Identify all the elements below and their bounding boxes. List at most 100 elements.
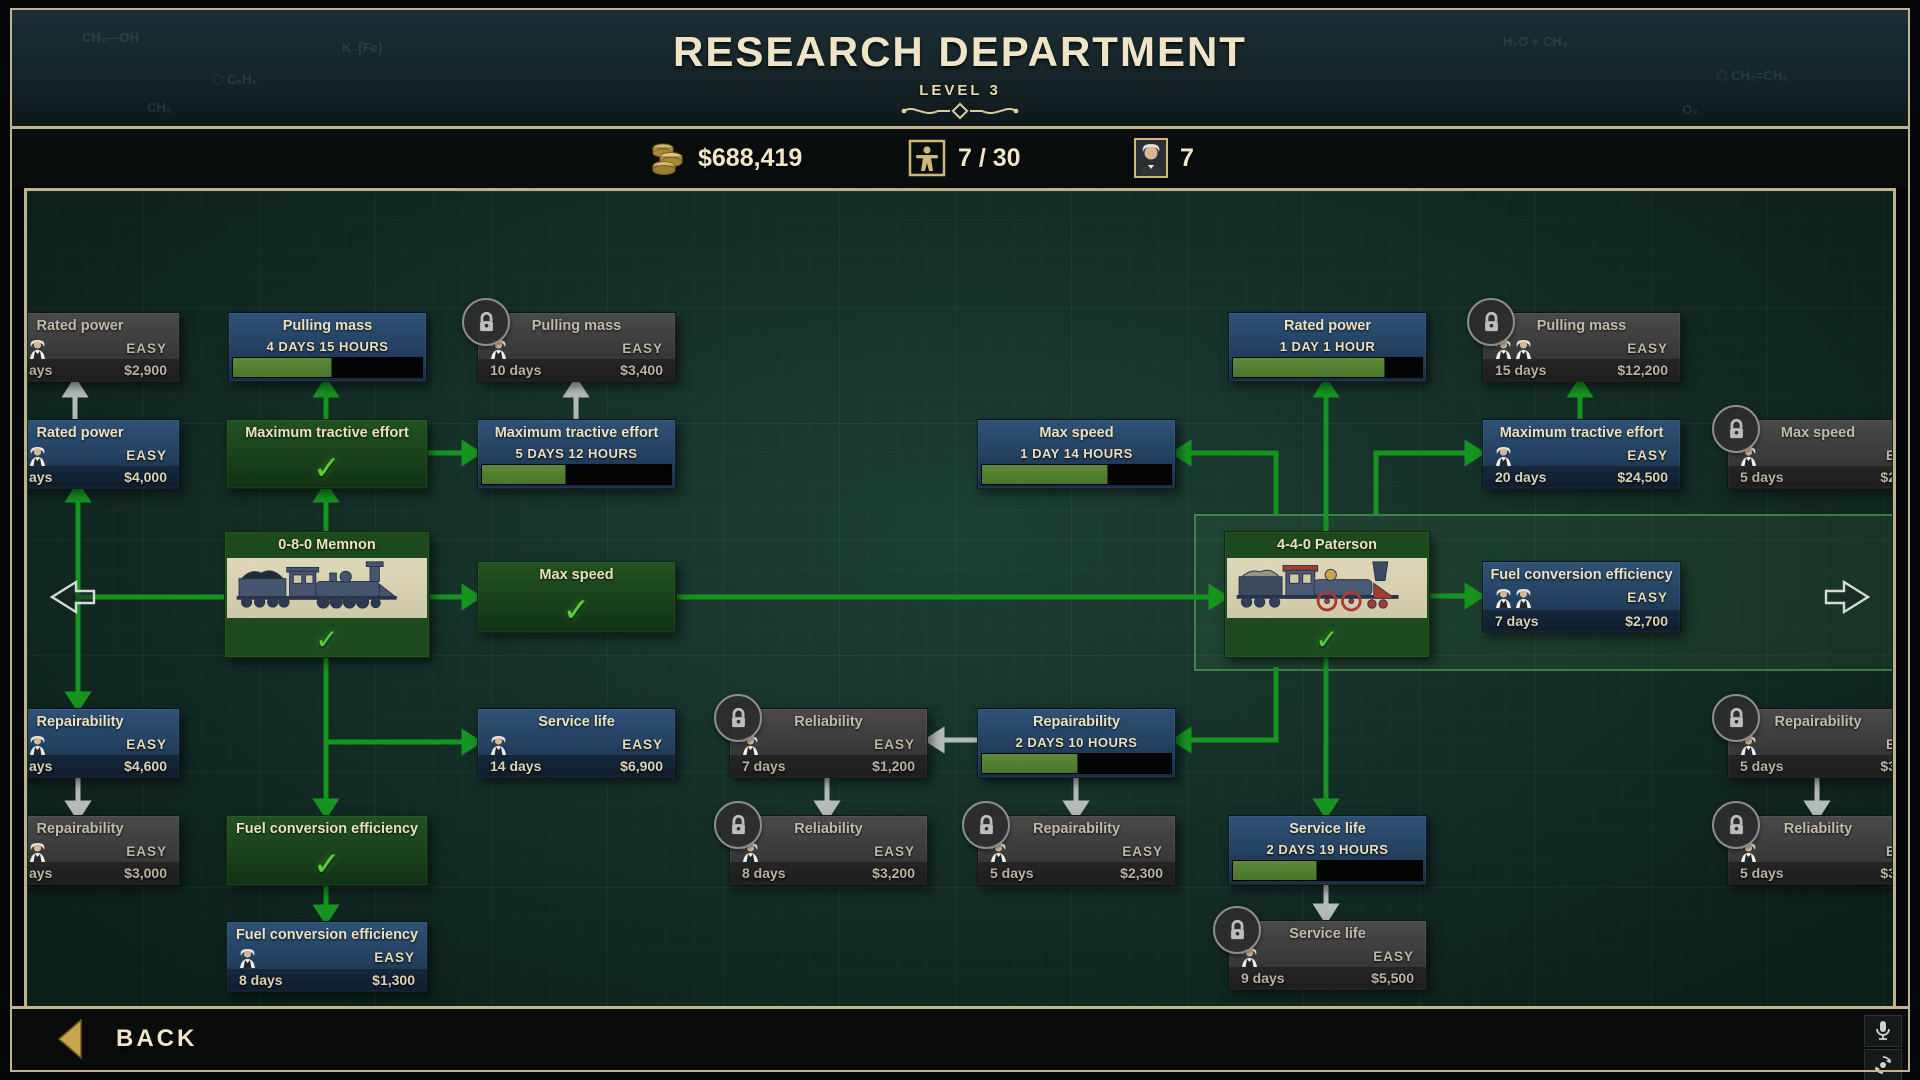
coins-icon [650, 141, 686, 175]
node-title: Fuel conversion efficiency [227, 816, 427, 841]
node-repairability-progress[interactable]: Repairability2 DAYS 10 HOURS [977, 708, 1176, 778]
node-rated-power-progress[interactable]: Rated power1 DAY 1 HOUR [1228, 312, 1427, 382]
node-title: 0-8-0 Memnon [225, 532, 429, 557]
assigned-scientists [29, 338, 46, 359]
lock-icon [462, 298, 510, 346]
back-arrow-icon [58, 1019, 82, 1059]
cost-value: $3,200 [872, 865, 915, 881]
node-reliability-right[interactable]: ReliabilityE5 days$3 [1727, 815, 1909, 885]
sync-button[interactable] [1864, 1049, 1902, 1080]
difficulty-label: EASY [126, 844, 167, 859]
progress-bar [981, 464, 1172, 485]
node-loco-memnon[interactable]: 0-8-0 Memnon ✓ [224, 531, 430, 658]
page-title: RESEARCH DEPARTMENT [12, 28, 1908, 76]
scroll-right-arrow[interactable] [1826, 582, 1868, 612]
scientist-icon [239, 947, 256, 968]
node-fuel-conversion-avail[interactable]: Fuel conversion efficiencyEASY8 days$1,3… [226, 921, 428, 992]
back-button[interactable]: BACK [58, 1019, 197, 1059]
lock-icon [1213, 906, 1261, 954]
microphone-icon [1874, 1020, 1892, 1042]
staff-stat: 7 / 30 [908, 129, 1021, 187]
scientist-icon [1515, 587, 1532, 608]
node-loco-paterson[interactable]: 4-4-0 Paterson✓ [1224, 531, 1430, 658]
duration-value: ays [29, 362, 52, 378]
scientist-icon [1515, 338, 1532, 359]
duration-value: ays [29, 865, 52, 881]
node-service-life-avail[interactable]: Service lifeEASY14 days$6,900 [477, 708, 676, 778]
assigned-scientists [1495, 587, 1532, 608]
difficulty-label: EASY [1627, 341, 1668, 356]
difficulty-label: EASY [1373, 949, 1414, 964]
assigned-scientists [239, 947, 256, 968]
node-max-speed-done[interactable]: Max speed✓ [477, 561, 676, 633]
duration-value: 5 days [1740, 758, 1784, 774]
research-time-remaining: 5 DAYS 12 HOURS [478, 446, 675, 461]
scientist-icon [29, 338, 46, 359]
lock-icon [962, 801, 1010, 849]
scientists-value: 7 [1180, 144, 1194, 173]
node-service-life-progress[interactable]: Service life2 DAYS 19 HOURS [1228, 815, 1427, 885]
duration-value: 8 days [742, 865, 786, 881]
scroll-left-arrow[interactable] [52, 582, 94, 612]
node-title: Max speed [478, 562, 675, 587]
cost-value: $3,400 [620, 362, 663, 378]
microphone-button[interactable] [1864, 1015, 1902, 1047]
staff-value: 7 / 30 [958, 144, 1021, 173]
node-fuel-conversion-right[interactable]: Fuel conversion efficiencyEASY7 days$2,7… [1482, 561, 1681, 633]
node-title: Fuel conversion efficiency [1483, 562, 1680, 587]
node-pulling-mass-locked[interactable]: Pulling massEASY10 days$3,400 [477, 312, 676, 382]
node-reliability-locked-1[interactable]: ReliabilityEASY7 days$1,200 [729, 708, 928, 778]
lock-icon [714, 694, 762, 742]
node-max-tractive-done[interactable]: Maximum tractive effort ✓ [226, 419, 428, 489]
node-max-speed-right[interactable]: Max speedE5 days$2 [1727, 419, 1909, 489]
duration-value: 5 days [1740, 469, 1784, 485]
node-repairability-right[interactable]: RepairabilityE5 days$3 [1727, 708, 1909, 778]
lock-icon [1467, 298, 1515, 346]
assigned-scientists [29, 445, 46, 466]
difficulty-label: EASY [1122, 844, 1163, 859]
progress-bar [981, 753, 1172, 774]
header: CH₂—OH ⬡ C₆H₆ K₋[Fe] CH₂ H₂O + CH₄ ⬡ CH₂… [12, 10, 1908, 129]
node-title: Maximum tractive effort [1483, 420, 1680, 445]
progress-fill [982, 465, 1108, 484]
research-time-remaining: 4 DAYS 15 HOURS [229, 339, 426, 354]
check-icon: ✓ [227, 844, 427, 883]
flourish-ornament [900, 102, 1020, 120]
scientist-icon [490, 734, 507, 755]
sync-icon [1873, 1055, 1893, 1075]
node-pulling-mass-right[interactable]: Pulling massEASY15 days$12,200 [1482, 312, 1681, 382]
progress-fill [233, 358, 332, 377]
research-time-remaining: 1 DAY 1 HOUR [1229, 339, 1426, 354]
node-pulling-mass-progress[interactable]: Pulling mass4 DAYS 15 HOURS [228, 312, 427, 382]
assigned-scientists [29, 734, 46, 755]
assigned-scientists [490, 734, 507, 755]
progress-bar [1232, 860, 1423, 881]
scientist-icon [29, 841, 46, 862]
check-icon: ✓ [225, 623, 429, 656]
research-time-remaining: 1 DAY 14 HOURS [978, 446, 1175, 461]
duration-value: 7 days [1495, 613, 1539, 629]
node-service-life-locked[interactable]: Service lifeEASY9 days$5,500 [1228, 920, 1427, 990]
lock-icon [1712, 801, 1760, 849]
node-title: Service life [478, 709, 675, 734]
node-reliability-locked-2[interactable]: ReliabilityEASY8 days$3,200 [729, 815, 928, 885]
progress-fill [1233, 861, 1317, 880]
node-title: Maximum tractive effort [227, 420, 427, 445]
cost-value: $1,300 [372, 972, 415, 988]
cost-value: $6,900 [620, 758, 663, 774]
staff-icon [908, 139, 946, 177]
check-icon: ✓ [227, 448, 427, 487]
cost-value: $5,500 [1371, 970, 1414, 986]
money-value: $688,419 [698, 144, 802, 173]
scientist-icon [1495, 587, 1512, 608]
lock-icon [1712, 694, 1760, 742]
cost-value: $3,000 [124, 865, 167, 881]
node-max-tractive-right[interactable]: Maximum tractive effortEASY20 days$24,50… [1482, 419, 1681, 489]
node-max-speed-progress[interactable]: Max speed1 DAY 14 HOURS [977, 419, 1176, 489]
progress-bar [481, 464, 672, 485]
research-time-remaining: 2 DAYS 19 HOURS [1229, 842, 1426, 857]
cost-value: $12,200 [1617, 362, 1668, 378]
node-max-tractive-progress[interactable]: Maximum tractive effort5 DAYS 12 HOURS [477, 419, 676, 489]
node-fuel-conversion-done[interactable]: Fuel conversion efficiency ✓ [226, 815, 428, 886]
node-repairability-locked[interactable]: RepairabilityEASY5 days$2,300 [977, 815, 1176, 885]
